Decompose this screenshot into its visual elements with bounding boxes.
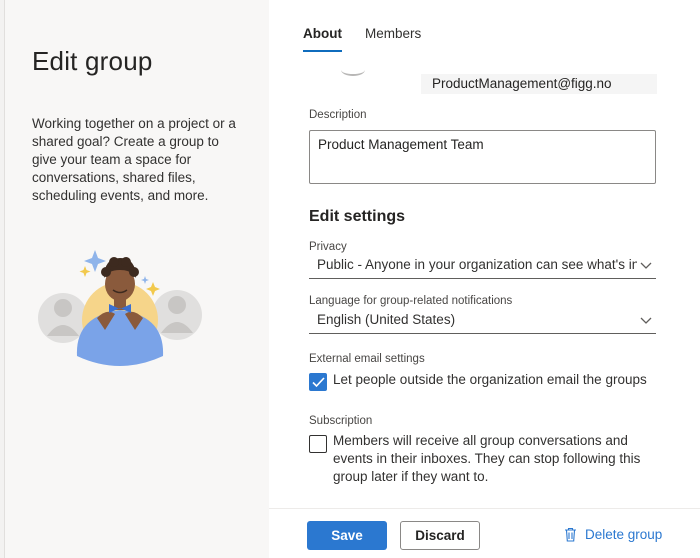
tab-bar: About Members: [303, 26, 421, 52]
page-title: Edit group: [32, 46, 153, 76]
delete-group-label: Delete group: [585, 527, 663, 542]
language-value: English (United States): [317, 312, 456, 327]
trash-icon: [565, 527, 576, 542]
group-email: ProductManagement@figg.no: [421, 74, 657, 94]
save-button[interactable]: Save: [307, 521, 387, 550]
privacy-dropdown[interactable]: Public - Anyone in your organization can…: [309, 257, 656, 279]
tab-members[interactable]: Members: [365, 26, 421, 52]
checkmark-icon: [312, 377, 325, 388]
discard-button[interactable]: Discard: [400, 521, 480, 550]
person-illustration: [38, 250, 202, 366]
description-field[interactable]: Product Management Team: [309, 130, 656, 184]
chevron-down-icon: [640, 262, 652, 269]
delete-group-link[interactable]: Delete group: [564, 527, 662, 542]
edit-settings-heading: Edit settings: [309, 208, 406, 225]
language-dropdown[interactable]: English (United States): [309, 312, 656, 334]
subscription-checkbox[interactable]: [309, 435, 327, 453]
subscription-checkbox-label[interactable]: Members will receive all group conversat…: [333, 432, 663, 486]
external-email-label: External email settings: [309, 353, 425, 365]
chevron-down-icon: [640, 317, 652, 324]
right-panel: About Members ProductManagement@figg.no …: [269, 0, 700, 558]
page-description: Working together on a project or a share…: [32, 116, 236, 203]
left-panel: Edit group Working together on a project…: [5, 0, 269, 558]
tab-about[interactable]: About: [303, 26, 342, 52]
group-avatar: [341, 64, 365, 76]
external-email-checkbox[interactable]: [309, 373, 327, 391]
footer: Save Discard Delete group: [269, 508, 700, 558]
external-email-checkbox-label[interactable]: Let people outside the organization emai…: [333, 371, 663, 389]
subscription-label: Subscription: [309, 415, 373, 427]
description-label: Description: [309, 109, 367, 121]
privacy-label: Privacy: [309, 241, 347, 253]
language-label: Language for group-related notifications: [309, 295, 513, 307]
privacy-value: Public - Anyone in your organization can…: [317, 257, 637, 272]
